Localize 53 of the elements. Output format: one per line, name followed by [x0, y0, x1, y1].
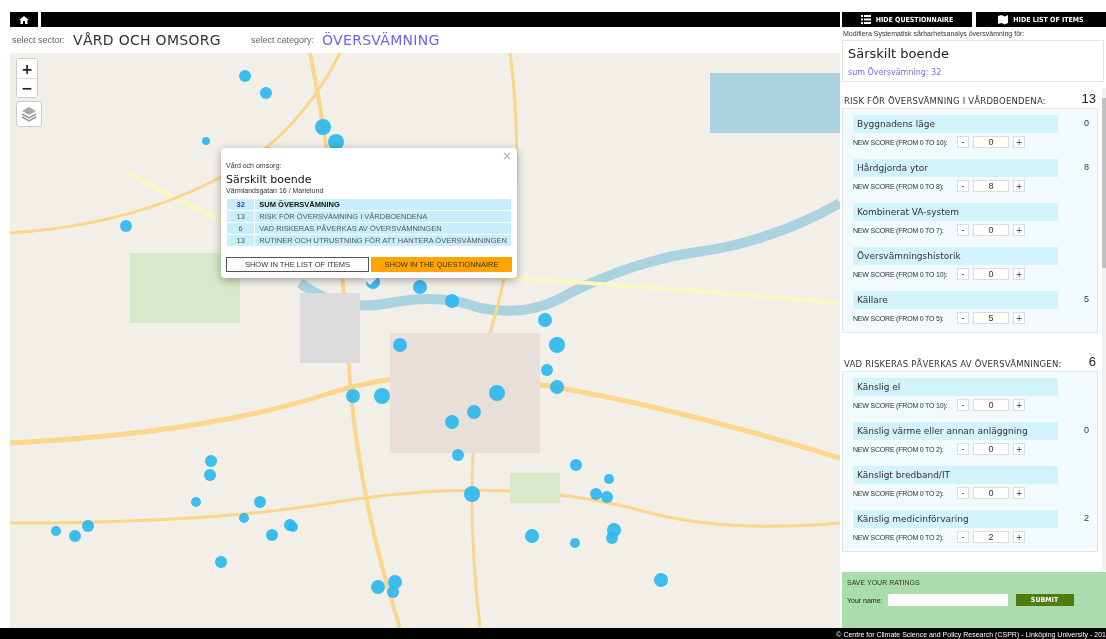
sum-text: sum Översvämning: 32 [848, 68, 943, 77]
decrement-button[interactable]: - [957, 136, 969, 148]
sector-label: select sector: [12, 35, 66, 45]
increment-button[interactable]: + [1013, 531, 1025, 543]
question-label: Källare [853, 291, 1058, 309]
increment-button[interactable]: + [1013, 487, 1025, 499]
popup-title: Särskilt boende [226, 173, 313, 186]
category-label: select category: [251, 35, 315, 45]
category-select[interactable]: ÖVERSVÄMNING [322, 32, 440, 48]
decrement-button[interactable]: - [957, 443, 969, 455]
question-label: Känslig medicinförvaring [853, 510, 1058, 528]
score-input[interactable]: 5 [973, 312, 1009, 324]
sector-select[interactable]: VÅRD OCH OMSORG [73, 32, 221, 48]
item-score: 2 [1084, 513, 1089, 523]
decrement-button[interactable]: - [957, 180, 969, 192]
score-input[interactable]: 0 [973, 487, 1009, 499]
question-label: Känsligt bredband/IT [853, 466, 1058, 484]
decrement-button[interactable]: - [957, 487, 969, 499]
group-total: 13 [1081, 91, 1096, 106]
group-title: VAD RISKERAS PÅVERKAS AV ÖVERSVÄMNINGEN: [844, 359, 1062, 369]
score-input[interactable]: 8 [973, 180, 1009, 192]
item-title: Särskilt boende [848, 46, 950, 61]
increment-button[interactable]: + [1013, 136, 1025, 148]
group-title: RISK FÖR ÖVERSVÄMNING I VÅRDBOENDENA: [844, 96, 1046, 106]
question-label: Hårdgjorda ytor [853, 159, 1058, 177]
score-input[interactable]: 0 [973, 443, 1009, 455]
increment-button[interactable]: + [1013, 224, 1025, 236]
group-total: 6 [1088, 354, 1096, 369]
score-input[interactable]: 2 [973, 531, 1009, 543]
increment-button[interactable]: + [1013, 180, 1025, 192]
score-input[interactable]: 0 [973, 224, 1009, 236]
decrement-button[interactable]: - [957, 399, 969, 411]
question-label: Byggnadens läge [853, 115, 1058, 133]
decrement-button[interactable]: - [957, 268, 969, 280]
decrement-button[interactable]: - [957, 531, 969, 543]
zoom-out-button[interactable]: − [17, 78, 37, 97]
increment-button[interactable]: + [1013, 399, 1025, 411]
item-score: 5 [1084, 294, 1089, 304]
question-label: Känslig värme eller annan anläggning [853, 422, 1058, 440]
score-input[interactable]: 0 [973, 268, 1009, 280]
score-input[interactable]: 0 [973, 399, 1009, 411]
item-score: 8 [1084, 162, 1089, 172]
increment-button[interactable]: + [1013, 443, 1025, 455]
question-label: Kombinerat VA-system [853, 203, 1058, 221]
question-label: Känslig el [853, 378, 1058, 396]
item-score: 0 [1084, 118, 1089, 128]
increment-button[interactable]: + [1013, 268, 1025, 280]
score-input[interactable]: 0 [973, 136, 1009, 148]
item-score: 0 [1084, 425, 1089, 435]
increment-button[interactable]: + [1013, 312, 1025, 324]
decrement-button[interactable]: - [957, 224, 969, 236]
decrement-button[interactable]: - [957, 312, 969, 324]
question-label: Översvämningshistorik [853, 247, 1058, 265]
